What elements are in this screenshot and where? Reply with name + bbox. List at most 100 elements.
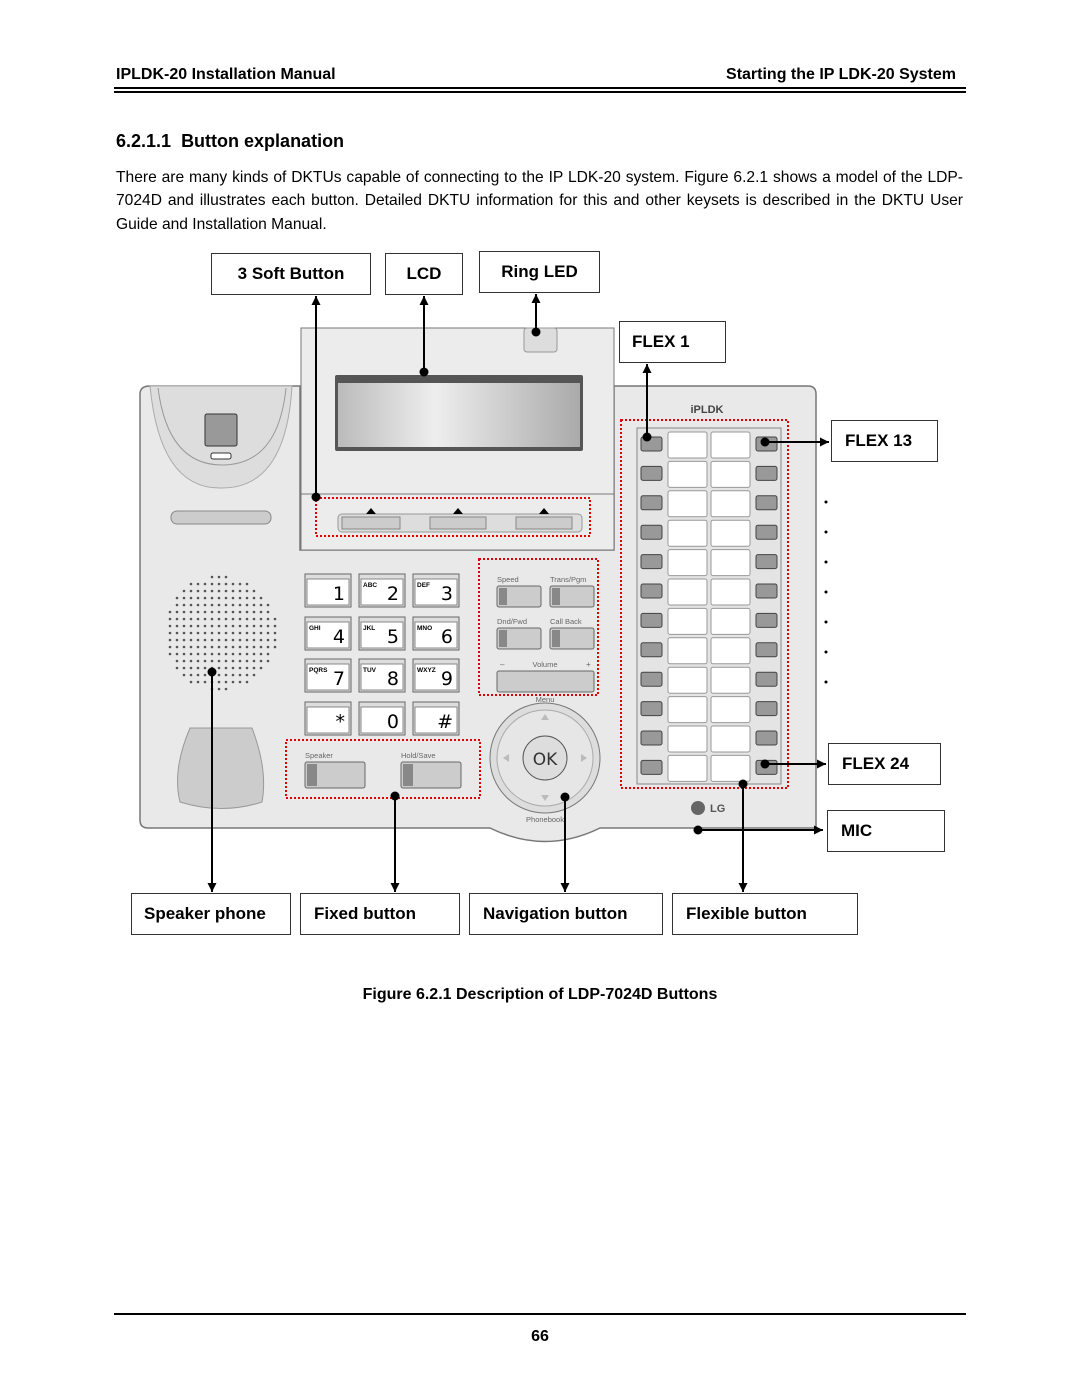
flex-button-2 (640, 465, 663, 481)
speaker-grille-dot (189, 666, 193, 670)
nav-dot (560, 792, 570, 802)
speaker-grille-dot (245, 631, 249, 635)
flex-label-card (710, 607, 751, 635)
speaker-grille-dot (210, 624, 214, 628)
speaker-grille-dot (189, 645, 193, 649)
handset-slot (170, 510, 272, 525)
hook-latch (210, 452, 232, 460)
speaker-grille-dot (189, 680, 193, 684)
ellipsis-dot (824, 680, 828, 684)
flex-label-card (667, 460, 708, 488)
speaker-grille-dot (217, 617, 221, 621)
speaker-grille-dot (203, 673, 207, 677)
lcd-screen (338, 383, 580, 447)
ring-arrowhead-icon (531, 294, 541, 303)
speaker-grille-dot (238, 631, 242, 635)
speaker-grille-dot (245, 610, 249, 614)
speaker-grille-dot (231, 659, 235, 663)
speaker-grille-dot (231, 673, 235, 677)
speaker-grille-dot (196, 596, 200, 600)
mic-dot (693, 825, 703, 835)
speaker-grille-dot (203, 624, 207, 628)
speaker-grille-dot (238, 603, 242, 607)
speaker-grille-dot (245, 582, 249, 586)
soft-button-2 (429, 516, 487, 530)
speaker-grille-dot (252, 659, 256, 663)
speaker-grille-dot (259, 659, 263, 663)
speaker-grille-dot (203, 631, 207, 635)
dial-key-digit: 0 (387, 711, 399, 733)
feature-key-label: Speed (497, 575, 519, 584)
speaker-grille-dot (245, 638, 249, 642)
speaker-grille-dot (238, 589, 242, 593)
flex-button-12 (640, 759, 663, 775)
speaker-grille-dot (210, 631, 214, 635)
volume-key (496, 670, 595, 693)
speaker-grille-dot (252, 631, 256, 635)
speaker-grille-dot (224, 624, 228, 628)
callout-flex24: FLEX 24 (828, 743, 941, 785)
flex-label-card (667, 666, 708, 694)
flex-button-23 (755, 730, 778, 746)
speaker-grille-dot (224, 596, 228, 600)
speaker-grille-dot (182, 610, 186, 614)
flex-button-7 (640, 612, 663, 628)
dial-key-digit: 9 (441, 668, 453, 690)
ring-led (523, 327, 558, 353)
speaker-grille-dot (259, 603, 263, 607)
speaker-grille-dot (196, 652, 200, 656)
speaker-grille-dot (224, 603, 228, 607)
speaker-grille-dot (245, 673, 249, 677)
microphone-shape (177, 727, 265, 809)
dial-key-digit: 7 (333, 668, 345, 690)
speaker-grille-dot (168, 624, 172, 628)
flex-label-card (667, 607, 708, 635)
speaker-grille-dot (189, 673, 193, 677)
callout-flex1: FLEX 1 (619, 321, 726, 363)
speaker-grille-dot (210, 589, 214, 593)
speaker-grille-dot (252, 624, 256, 628)
speaker-grille-dot (175, 596, 179, 600)
speaker-grille-dot (217, 631, 221, 635)
ellipsis-dot (824, 590, 828, 594)
speaker-grille-dot (266, 603, 270, 607)
nav-phonebook-label: Phonebook (526, 815, 564, 824)
speaker-grille-dot (168, 631, 172, 635)
speaker-grille-dot (231, 624, 235, 628)
speaker-grille-dot (245, 680, 249, 684)
flex-label-card (710, 725, 751, 753)
flex-button-17 (755, 554, 778, 570)
speaker-grille-dot (266, 610, 270, 614)
flex1-arrowhead-icon (642, 364, 652, 373)
feature-key-label: Trans/Pgm (550, 575, 586, 584)
soft-button-1 (341, 516, 401, 530)
speaker-grille-dot (217, 645, 221, 649)
dial-key-digit: 2 (387, 583, 399, 605)
speaker-grille-dot (231, 582, 235, 586)
ellipsis-dot (824, 620, 828, 624)
speaker-grille-dot (224, 680, 228, 684)
flex-button-9 (640, 671, 663, 687)
flex-label-card (667, 490, 708, 518)
hook-switch (204, 413, 238, 447)
speaker-grille-dot (217, 603, 221, 607)
flex-label-card (710, 637, 751, 665)
speaker-grille-dot (259, 631, 263, 635)
speaker-grille-dot (238, 624, 242, 628)
speaker-grille-dot (245, 659, 249, 663)
speaker-grille-dot (182, 638, 186, 642)
speaker-grille-dot (231, 589, 235, 593)
speaker-grille-dot (259, 666, 263, 670)
dial-key-digit: 4 (333, 626, 345, 648)
flex-label-card (667, 725, 708, 753)
speaker-grille-dot (203, 617, 207, 621)
footer-rule (114, 1313, 966, 1315)
speaker-grille-dot (273, 617, 277, 621)
ellipsis-dot (824, 650, 828, 654)
speaker-grille-dot (252, 610, 256, 614)
feature-key-led (552, 588, 560, 605)
dial-key-letters: GHI (309, 625, 321, 632)
speaker-grille-dot (196, 603, 200, 607)
speaker-grille-dot (217, 680, 221, 684)
soft-dot (311, 492, 321, 502)
